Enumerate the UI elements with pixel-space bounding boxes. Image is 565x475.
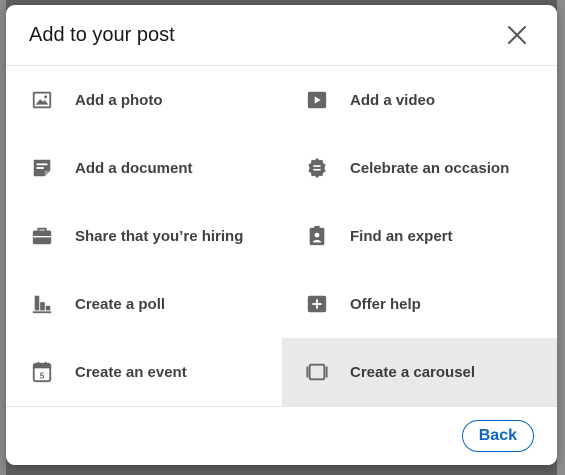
video-icon <box>306 89 328 111</box>
option-label: Add a document <box>75 159 193 177</box>
option-label: Create a carousel <box>350 363 476 381</box>
briefcase-icon <box>31 225 53 247</box>
option-label: Create an event <box>75 363 187 381</box>
back-button[interactable]: Back <box>461 420 534 452</box>
option-label: Share that you’re hiring <box>75 227 244 245</box>
add-to-post-dialog: Add to your post Add a photo Add a video… <box>6 5 557 465</box>
background-content-right <box>557 0 565 475</box>
option-label: Add a photo <box>75 91 163 109</box>
option-add-video[interactable]: Add a video <box>282 66 557 134</box>
clipboard-person-icon <box>306 225 328 247</box>
option-share-hiring[interactable]: Share that you’re hiring <box>6 202 282 270</box>
option-add-photo[interactable]: Add a photo <box>6 66 282 134</box>
option-celebrate-occasion[interactable]: Celebrate an occasion <box>282 134 557 202</box>
celebrate-badge-icon <box>306 157 328 179</box>
option-create-poll[interactable]: Create a poll <box>6 270 282 338</box>
option-label: Celebrate an occasion <box>350 159 510 177</box>
svg-text:5: 5 <box>40 371 45 380</box>
option-create-carousel[interactable]: Create a carousel <box>282 338 557 406</box>
option-label: Create a poll <box>75 295 166 313</box>
image-icon <box>31 89 53 111</box>
carousel-icon <box>306 361 328 383</box>
dialog-header: Add to your post <box>6 5 557 66</box>
dialog-title: Add to your post <box>29 23 175 46</box>
calendar-icon: 5 <box>31 361 53 383</box>
options-grid: Add a photo Add a video Add a document C… <box>6 66 557 406</box>
bar-chart-icon <box>31 293 53 315</box>
option-label: Offer help <box>350 295 421 313</box>
plus-box-icon <box>306 293 328 315</box>
option-find-expert[interactable]: Find an expert <box>282 202 557 270</box>
document-icon <box>31 157 53 179</box>
option-offer-help[interactable]: Offer help <box>282 270 557 338</box>
dialog-footer: Back <box>6 406 557 465</box>
option-add-document[interactable]: Add a document <box>6 134 282 202</box>
option-label: Find an expert <box>350 227 453 245</box>
close-button[interactable] <box>497 15 537 55</box>
option-label: Add a video <box>350 91 436 109</box>
close-icon <box>508 26 526 44</box>
option-create-event[interactable]: 5 Create an event <box>6 338 282 406</box>
